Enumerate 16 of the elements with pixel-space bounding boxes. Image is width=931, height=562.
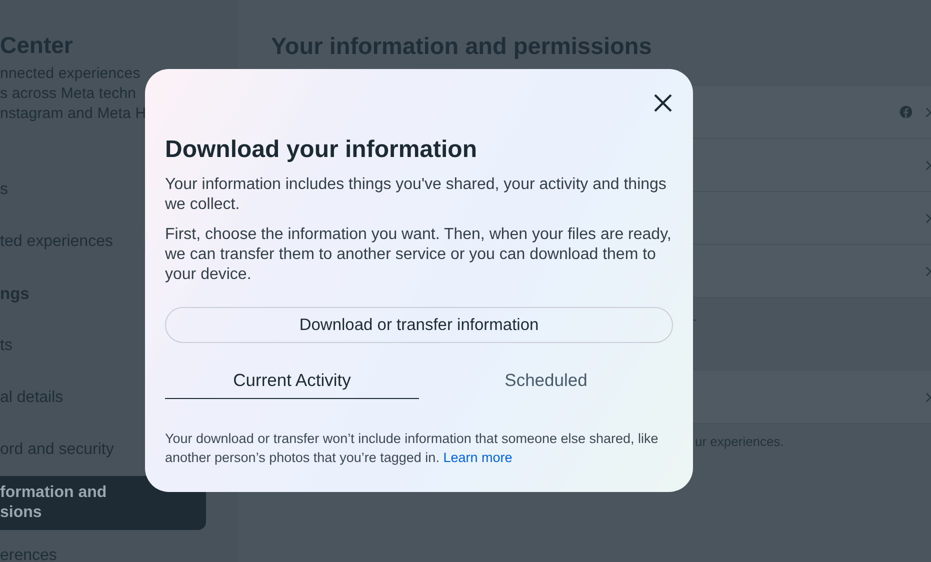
learn-more-link[interactable]: Learn more (443, 450, 512, 465)
dialog-title: Download your information (165, 135, 478, 165)
dialog-text: First, choose the information you want. Then, when your files are ready, we can transfer them to another service or you can download them to your device. (165, 225, 672, 285)
chevron-right-icon (925, 158, 931, 172)
tab[interactable]: Current Activity (165, 363, 419, 399)
download-button[interactable]: Download or transfer information (165, 307, 673, 343)
chevron-right-icon (925, 106, 931, 118)
sidebar-item[interactable]: formation and sions (0, 476, 206, 530)
disclaimer-text: Your download or transfer won’t include information that someone else shared, like another person’s photos that you’re tagged in. Learn more (165, 430, 660, 467)
dialog-text: Your information includes things you've shared, your activity and things we collect. (165, 175, 668, 215)
info-text: . (693, 309, 697, 324)
facebook-icon (899, 105, 913, 119)
chevron-right-icon (925, 390, 931, 404)
tab[interactable]: Scheduled (419, 363, 673, 399)
chevron-right-icon (925, 212, 931, 224)
chevron-right-icon (925, 264, 931, 278)
